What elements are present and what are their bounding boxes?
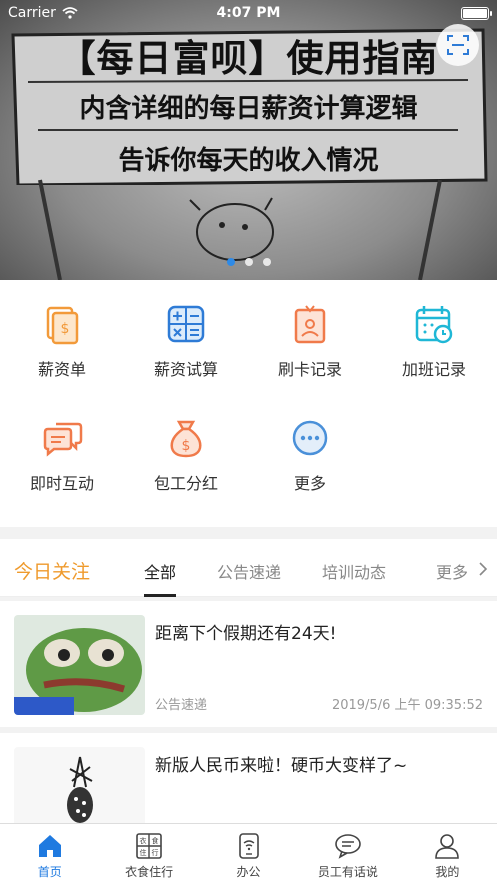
nav-label: 员工有话说 (317, 865, 378, 879)
salary-slip-icon: $ (46, 306, 79, 345)
svg-text:衣: 衣 (140, 836, 147, 845)
lifestyle-grid-icon: 衣 食 住 行 (136, 833, 162, 859)
banner-line-1: 内含详细的每日薪资计算逻辑 (79, 94, 418, 124)
grid-item-card-records[interactable]: 刷卡记录 (248, 302, 372, 380)
nav-label: 办公 (236, 865, 261, 879)
grid-label: 即时互动 (29, 474, 94, 493)
carousel-dot-3[interactable] (262, 258, 271, 266)
nav-label: 首页 (37, 865, 62, 879)
news-timestamp: 2019/5/6 上午 09:35:52 (331, 698, 483, 713)
tab-announcements[interactable]: 公告速递 (217, 559, 281, 583)
nav-label: 我的 (435, 865, 460, 879)
nav-office[interactable]: 办公 (199, 824, 298, 883)
nav-home[interactable]: 首页 (0, 824, 99, 883)
nav-profile[interactable]: 我的 (398, 824, 497, 883)
grid-item-salary-calculator[interactable]: 薪资试算 (124, 302, 248, 380)
function-grid: $ 薪资单 薪资试算 刷卡记录 加班记录 即时互动 $ 包工分红 更多 (0, 280, 497, 527)
overtime-calendar-icon (415, 306, 453, 344)
tab-more[interactable]: 更多 (436, 559, 468, 583)
news-thumbnail-frog (14, 615, 145, 715)
carousel-dot-1[interactable] (226, 258, 235, 266)
banner-line-2: 告诉你每天的收入情况 (118, 146, 379, 176)
scan-icon (447, 35, 469, 55)
news-title: 距离下个假期还有24天! (155, 624, 337, 644)
svg-text:食: 食 (152, 836, 159, 845)
money-bag-icon: $ (170, 420, 202, 458)
carousel-dot-2[interactable] (244, 258, 253, 266)
more-icon (292, 420, 328, 456)
office-phone-icon (238, 833, 259, 859)
carousel-indicator (0, 258, 497, 266)
chat-bubbles-icon (43, 422, 83, 457)
grid-item-more[interactable]: 更多 (248, 416, 372, 494)
nav-lifestyle[interactable]: 衣 食 住 行 衣食住行 (99, 824, 198, 883)
news-category: 公告速递 (155, 698, 208, 713)
grid-label: 刷卡记录 (277, 360, 342, 379)
badge-card-icon (294, 305, 326, 344)
speech-bubble-icon (335, 834, 361, 859)
wifi-icon (62, 7, 78, 19)
carrier-label: Carrier (8, 5, 56, 21)
banner-title: 【每日富呗】使用指南 (58, 37, 439, 80)
scan-button[interactable] (437, 24, 479, 66)
status-time: 4:07 PM (216, 5, 281, 21)
grid-item-instant-interaction[interactable]: 即时互动 (0, 416, 124, 494)
today-focus-title: 今日关注 (14, 561, 91, 583)
news-title: 新版人民币来啦！硬币大变样了~ (155, 756, 408, 776)
nav-employee-voice[interactable]: 员工有话说 (298, 824, 397, 883)
bottom-navigation: 首页 衣 食 住 行 衣食住行 办公 员工有话说 我的 (0, 823, 497, 883)
grid-item-salary-slip[interactable]: $ 薪资单 (0, 302, 124, 380)
grid-item-overtime-records[interactable]: 加班记录 (372, 302, 496, 380)
grid-label: 加班记录 (401, 360, 466, 379)
svg-text:$: $ (61, 321, 70, 337)
news-item[interactable]: 距离下个假期还有24天! 公告速递 2019/5/6 上午 09:35:52 (0, 601, 497, 727)
grid-label: 更多 (293, 474, 326, 493)
tab-all[interactable]: 全部 (144, 559, 176, 583)
chevron-right-icon[interactable] (478, 561, 488, 577)
news-item[interactable]: 新版人民币来啦！硬币大变样了~ (0, 733, 497, 847)
profile-icon (435, 834, 460, 859)
battery-icon (461, 6, 492, 20)
svg-text:住: 住 (140, 848, 147, 857)
grid-label: 薪资单 (37, 360, 86, 379)
home-icon (38, 835, 61, 857)
grid-label: 薪资试算 (153, 360, 218, 379)
grid-item-contract-bonus[interactable]: $ 包工分红 (124, 416, 248, 494)
calculator-icon (167, 305, 205, 343)
today-focus-header: 今日关注 全部 公告速递 培训动态 更多 (0, 539, 497, 597)
status-bar: Carrier 4:07 PM (0, 0, 497, 26)
svg-text:行: 行 (152, 848, 159, 857)
svg-text:$: $ (182, 438, 191, 454)
active-tab-indicator (144, 594, 176, 597)
banner-carousel[interactable]: 【每日富呗】使用指南 内含详细的每日薪资计算逻辑 告诉你每天的收入情况 (0, 0, 497, 280)
tab-training[interactable]: 培训动态 (322, 559, 386, 583)
grid-label: 包工分红 (153, 474, 218, 493)
nav-label: 衣食住行 (125, 865, 174, 879)
